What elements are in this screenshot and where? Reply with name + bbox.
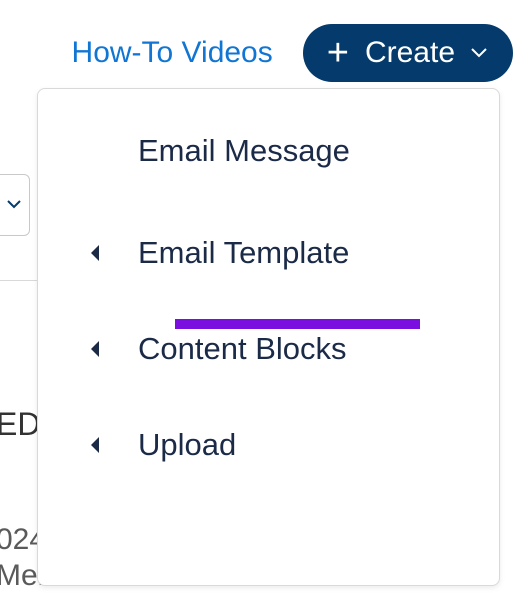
chevron-left-icon	[88, 435, 102, 455]
chevron-left-icon	[88, 243, 102, 263]
chevron-down-icon	[471, 48, 487, 58]
menu-item-content-blocks[interactable]: Content Blocks	[38, 301, 499, 397]
menu-item-upload[interactable]: Upload	[38, 397, 499, 493]
create-button-label: Create	[365, 36, 455, 70]
partial-text-ed: ED	[0, 406, 40, 443]
menu-item-label: Email Message	[138, 133, 350, 169]
menu-item-email-template[interactable]: Email Template	[38, 205, 499, 301]
create-button[interactable]: + Create	[303, 24, 513, 82]
toolbar: How-To Videos + Create	[0, 0, 531, 102]
select-dropdown[interactable]	[0, 174, 30, 236]
menu-item-email-message[interactable]: Email Message	[38, 125, 499, 205]
plus-icon: +	[327, 34, 349, 72]
menu-item-label: Email Template	[138, 235, 349, 271]
create-dropdown-menu: Email Message Email Template Content Blo…	[37, 88, 500, 586]
howto-videos-link[interactable]: How-To Videos	[72, 36, 273, 70]
highlight-annotation	[175, 319, 420, 329]
menu-item-label: Upload	[138, 427, 236, 463]
chevron-down-icon	[7, 200, 21, 210]
chevron-left-icon	[88, 339, 102, 359]
menu-item-label: Content Blocks	[138, 331, 347, 367]
